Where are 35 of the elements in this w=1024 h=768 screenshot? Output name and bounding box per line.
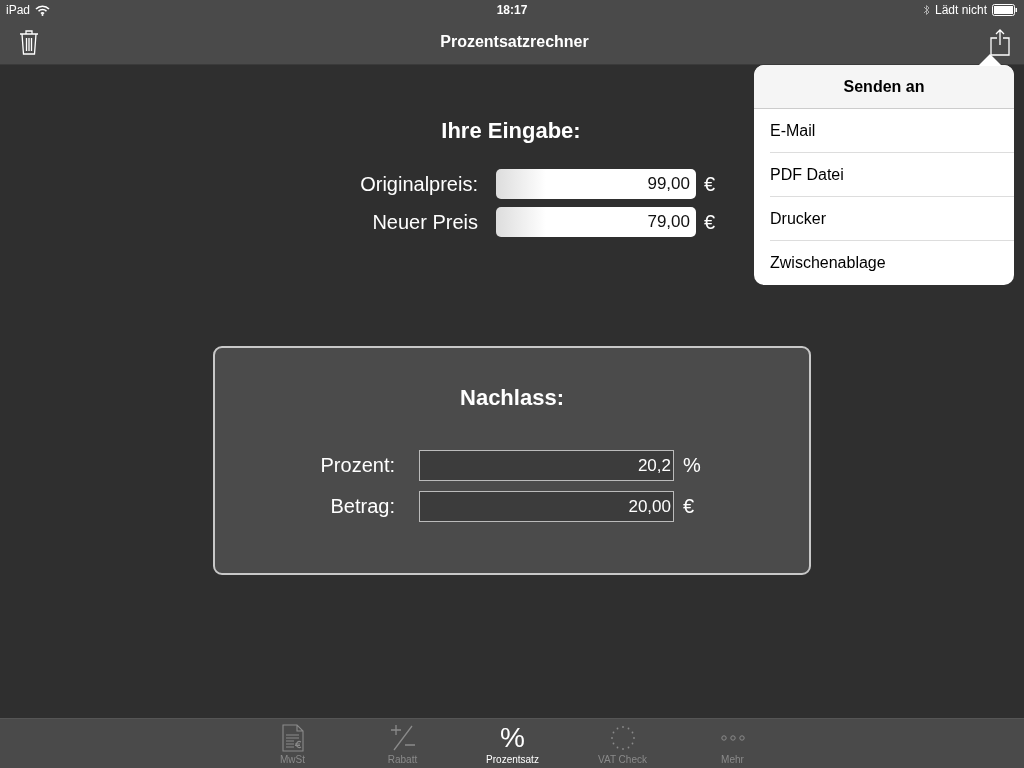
trash-button[interactable]	[19, 29, 39, 55]
section-heading: Nachlass:	[460, 385, 564, 411]
menu-item[interactable]: E-Mail	[770, 109, 1014, 153]
field-label: Neuer Preis	[371, 210, 479, 234]
price-field[interactable]: 99,00	[496, 169, 696, 199]
menu-title: Senden an	[754, 65, 1014, 109]
field-label: Betrag:	[329, 495, 396, 518]
price-field[interactable]: 79,00	[496, 207, 696, 237]
device-label: iPad	[6, 3, 31, 17]
more-icon	[719, 735, 746, 741]
clock: 18:17	[496, 3, 528, 17]
star-ring-icon	[608, 724, 637, 752]
tab[interactable]: % Prozentsatz	[457, 719, 568, 768]
menu-item[interactable]: Zwischenablage	[770, 241, 1014, 285]
unit-label: €	[704, 172, 716, 196]
popover-arrow-icon	[978, 54, 1002, 66]
unit-label: €	[704, 210, 716, 234]
charging-label: Lädt nicht	[934, 3, 987, 17]
unit-label: %	[683, 454, 701, 477]
screen-title: Prozentsatzrechner	[440, 33, 589, 51]
unit-label: €	[683, 495, 695, 518]
share-button[interactable]	[990, 28, 1010, 56]
bluetooth-icon	[922, 4, 930, 16]
percent-icon: %	[500, 724, 525, 752]
menu-item[interactable]: PDF Datei	[770, 153, 1014, 197]
document-icon	[280, 724, 305, 752]
section-heading: Ihre Eingabe:	[441, 118, 581, 144]
field-label: Prozent:	[319, 454, 396, 477]
wifi-icon	[35, 4, 51, 16]
result-field: 20,00	[419, 491, 674, 522]
plus-minus-icon	[389, 724, 416, 752]
result-field: 20,2	[419, 450, 674, 481]
battery-icon	[992, 4, 1018, 16]
field-label: Originalpreis:	[359, 172, 479, 196]
menu-item[interactable]: Drucker	[770, 197, 1014, 241]
